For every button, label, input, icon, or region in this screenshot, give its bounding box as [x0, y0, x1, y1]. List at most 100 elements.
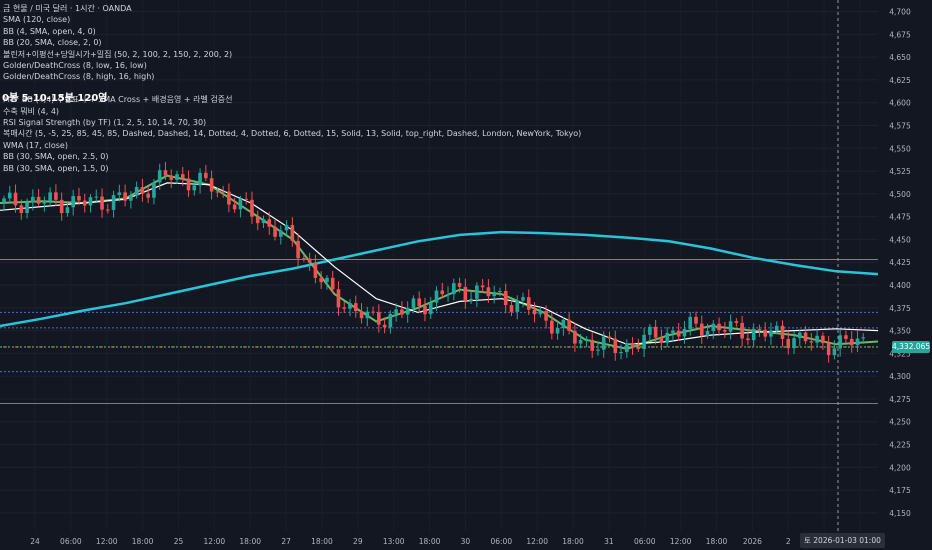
- candle-body: [146, 193, 150, 198]
- y-tick-label: 4,525: [889, 167, 911, 176]
- candle-body: [515, 300, 520, 312]
- candle-body: [388, 313, 393, 328]
- candle-body: [325, 277, 329, 283]
- candle-body: [204, 172, 208, 179]
- candle-body: [555, 328, 560, 334]
- candle-body: [503, 290, 508, 306]
- y-tick-label: 4,475: [889, 213, 911, 222]
- candle-body: [411, 298, 416, 308]
- candle-body: [59, 199, 64, 214]
- x-tick-label: 12:00: [670, 537, 692, 546]
- candle-body: [844, 335, 848, 339]
- candle-body: [36, 196, 41, 204]
- candle-body: [215, 191, 220, 193]
- y-tick-label: 4,550: [889, 144, 911, 153]
- y-tick-label: 4,250: [889, 418, 911, 427]
- candle-body: [169, 175, 174, 180]
- x-tick-label: 18:00: [419, 537, 441, 546]
- candle-body: [457, 283, 462, 287]
- candle-body: [134, 186, 139, 196]
- candle-body: [532, 309, 537, 315]
- x-tick-label: 18:00: [311, 537, 333, 546]
- price-chart[interactable]: 4,1504,1754,2004,2254,2504,2754,3004,325…: [0, 0, 932, 550]
- candle-body: [371, 311, 375, 313]
- candle-body: [550, 320, 554, 334]
- candle-body: [780, 325, 785, 339]
- candle-body: [405, 307, 410, 315]
- candle-body: [302, 258, 306, 260]
- candle-body: [855, 338, 860, 346]
- candle-body: [152, 182, 156, 198]
- candle-body: [561, 319, 566, 329]
- candle-body: [619, 352, 623, 354]
- candle-body: [630, 343, 635, 347]
- candle-body: [129, 195, 133, 201]
- y-tick-label: 4,150: [889, 509, 911, 518]
- y-tick-label: 4,650: [889, 53, 911, 62]
- x-tick-label: 18:00: [132, 537, 154, 546]
- overlay-text: 0봉 5-10-15분 120영: [2, 93, 108, 104]
- candle-body: [734, 321, 739, 323]
- candle-body: [584, 339, 589, 341]
- crosshair-time-tag: 토 2026-01-03 01:00: [800, 533, 885, 548]
- candle-body: [88, 197, 93, 206]
- candle-body: [798, 332, 802, 339]
- candle-body: [42, 201, 47, 204]
- x-tick-label: 12:00: [526, 537, 548, 546]
- candle-body: [198, 172, 202, 186]
- candle-body: [590, 339, 594, 351]
- candle-body: [163, 170, 168, 176]
- candle-body: [100, 196, 104, 210]
- candle-body: [394, 309, 398, 314]
- y-tick-label: 4,350: [889, 327, 911, 336]
- candle-body: [71, 196, 75, 208]
- x-tick-label: 12:00: [96, 537, 118, 546]
- candle-body: [757, 328, 762, 330]
- candle-body: [267, 219, 272, 227]
- y-tick-label: 4,175: [889, 486, 911, 495]
- y-tick-label: 4,575: [889, 121, 911, 130]
- candle-body: [676, 330, 681, 337]
- x-tick-label: 18:00: [239, 537, 261, 546]
- candle-body: [492, 292, 496, 297]
- candle-body: [723, 330, 727, 332]
- candle-body: [526, 297, 531, 310]
- y-tick-label: 4,450: [889, 235, 911, 244]
- candle-body: [106, 209, 110, 211]
- candle-body: [400, 309, 404, 315]
- chart-container[interactable]: 4,150 4,175 4,200 4,225 4,250 4,275 4,300 4,325…: [0, 0, 932, 550]
- y-tick-label: 4,500: [889, 190, 911, 199]
- candle-body: [596, 349, 600, 351]
- candle-body: [417, 298, 421, 306]
- candle-body: [117, 192, 122, 196]
- x-tick-label: 25: [174, 537, 184, 546]
- candle-body: [65, 207, 70, 214]
- candle-body: [2, 198, 6, 203]
- candle-body: [573, 330, 577, 344]
- candle-body: [567, 319, 571, 331]
- candle-body: [111, 195, 116, 210]
- y-tick-label: 4,275: [889, 395, 911, 404]
- x-tick-label: 06:00: [634, 537, 656, 546]
- candle-body: [694, 316, 698, 324]
- x-tick-label: 18:00: [562, 537, 584, 546]
- candle-body: [849, 338, 854, 346]
- candle-body: [861, 337, 866, 339]
- candle-body: [728, 321, 733, 332]
- candle-body: [342, 307, 347, 309]
- x-tick-label: 27: [281, 537, 291, 546]
- y-tick-label: 4,200: [889, 463, 911, 472]
- y-tick-label: 4,625: [889, 76, 911, 85]
- candle-body: [238, 198, 243, 210]
- candle-body: [821, 335, 825, 344]
- candle-body: [82, 200, 87, 206]
- candle-body: [699, 323, 704, 336]
- candle-body: [13, 192, 18, 206]
- candle-body: [227, 191, 231, 205]
- candle-body: [180, 174, 185, 179]
- candle-body: [157, 170, 162, 183]
- candle-body: [463, 286, 468, 301]
- candle-body: [509, 305, 514, 312]
- candle-body: [803, 332, 808, 342]
- y-tick-label: 4,300: [889, 372, 911, 381]
